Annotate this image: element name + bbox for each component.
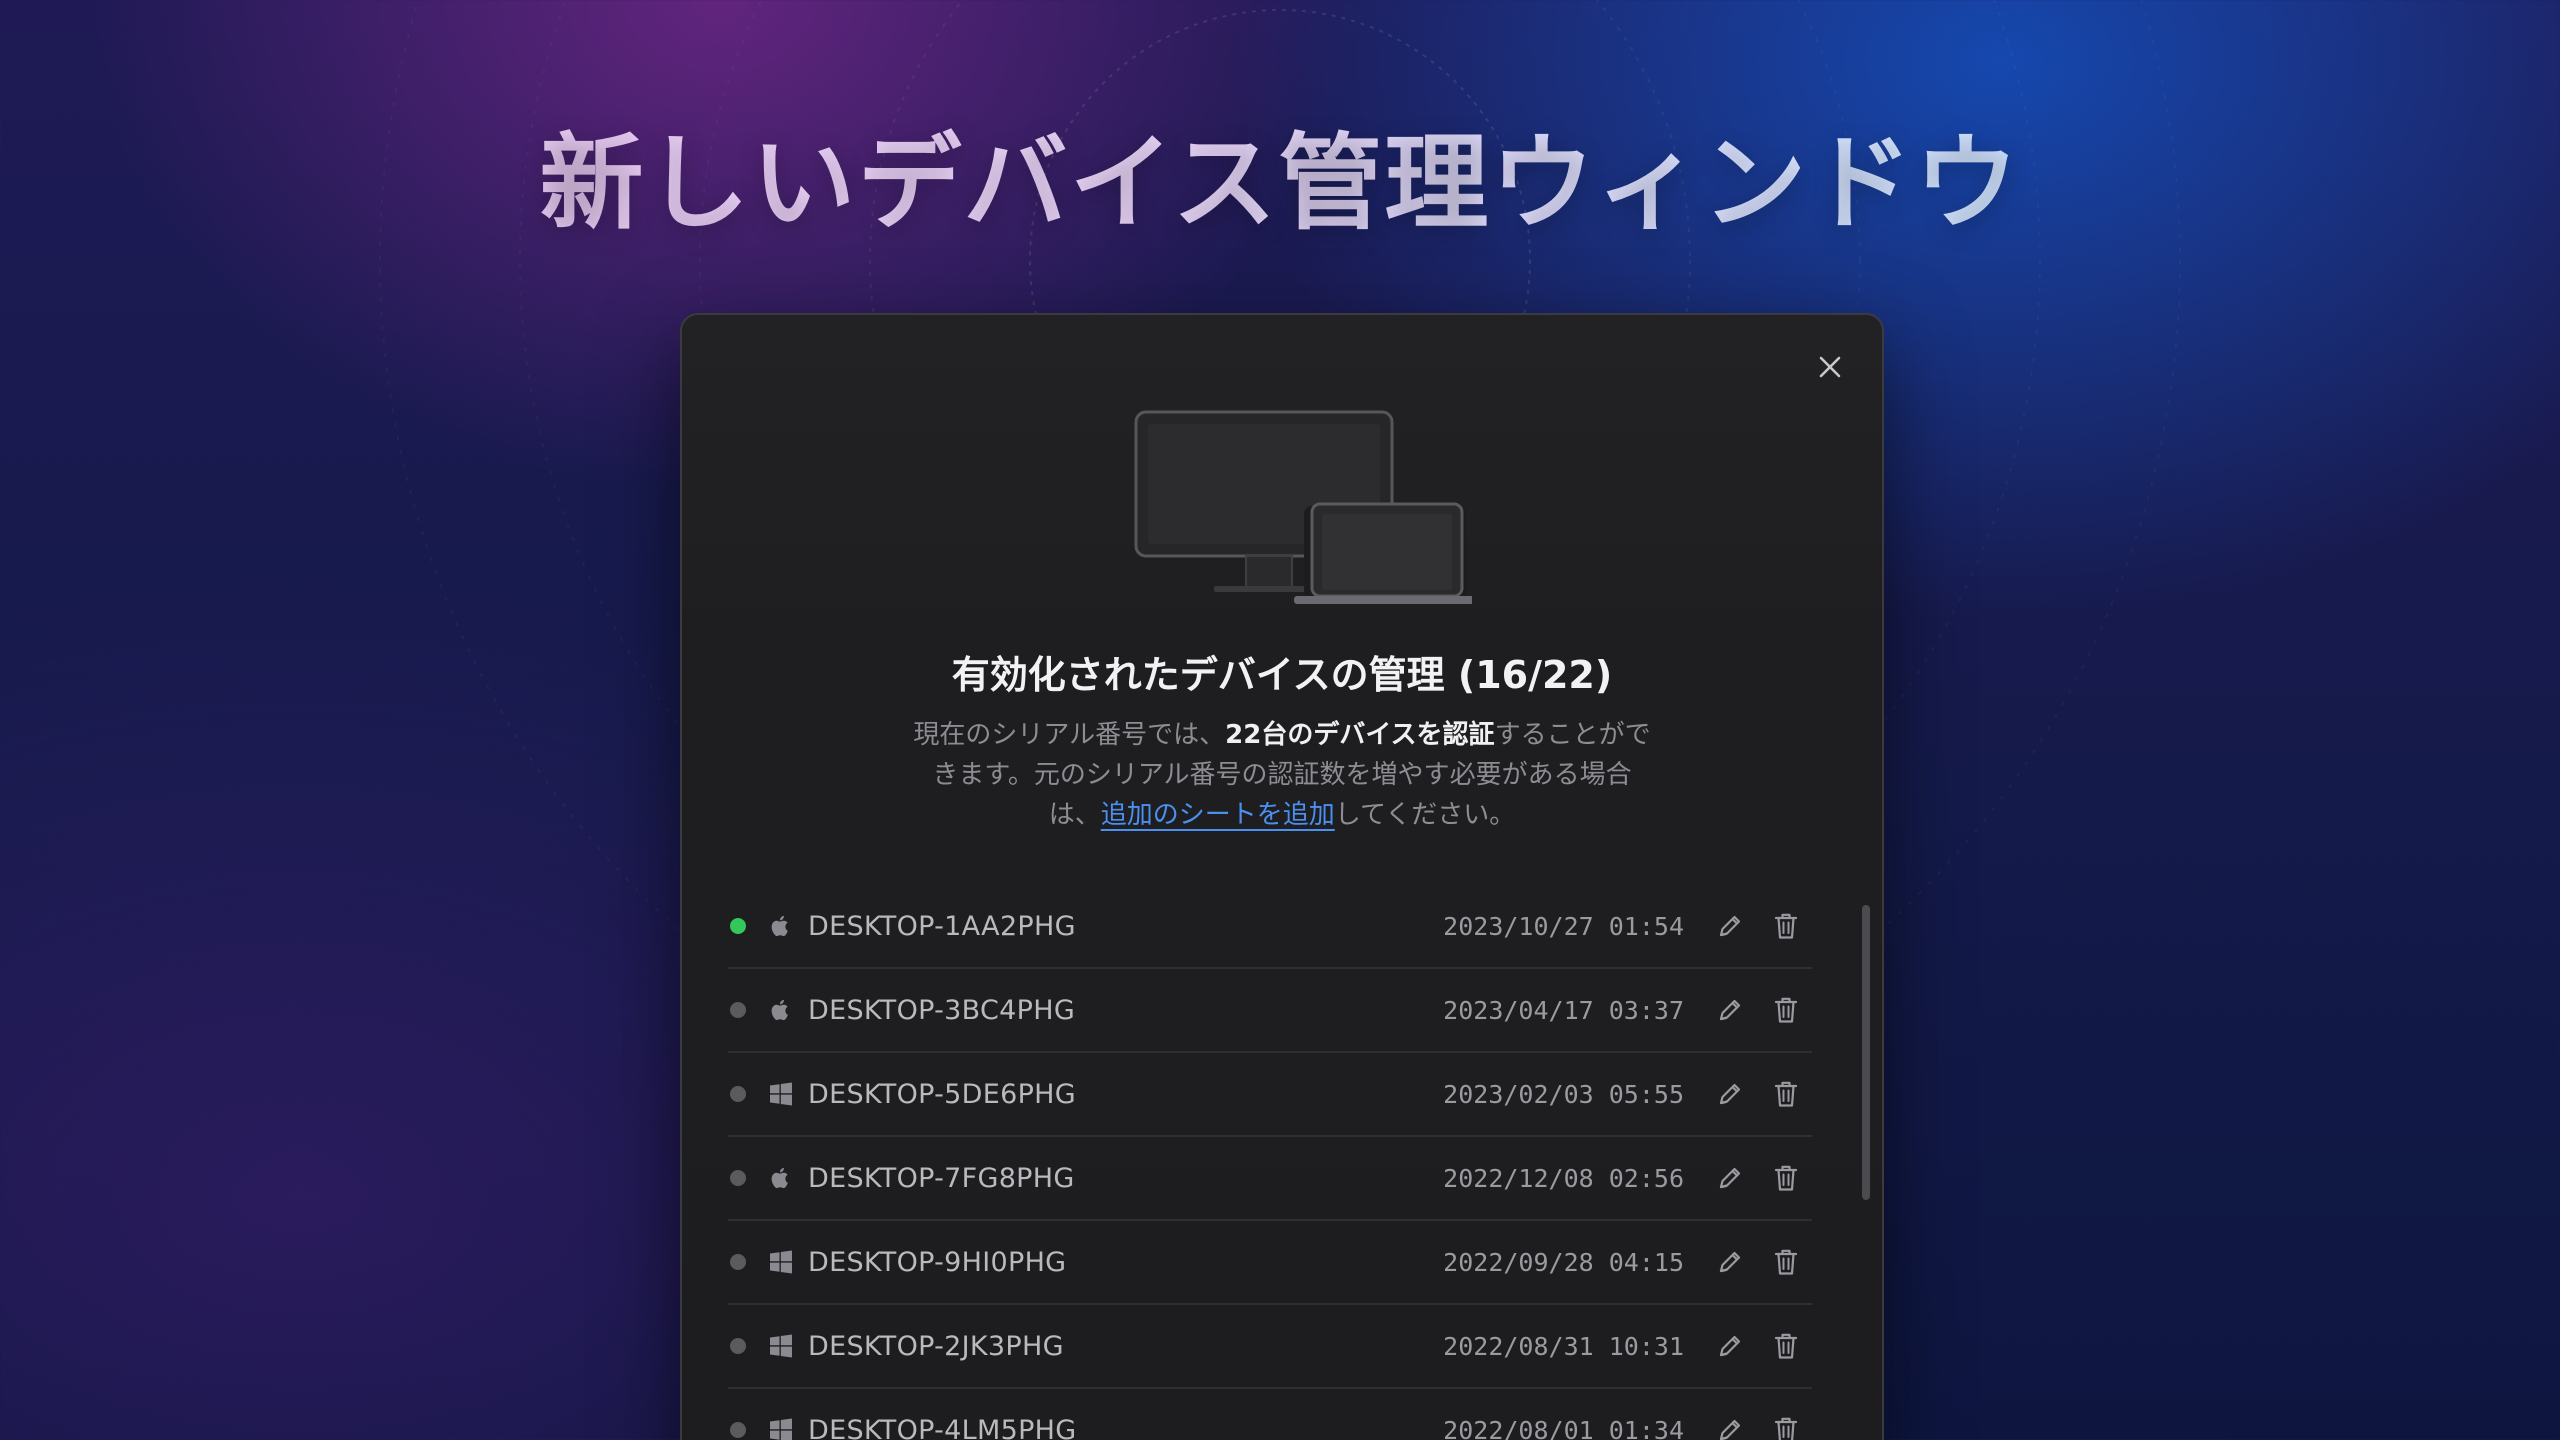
device-name: DESKTOP-3BC4PHG: [808, 994, 1076, 1026]
trash-icon: [1774, 913, 1798, 939]
delete-button[interactable]: [1768, 1412, 1804, 1440]
device-date: 2023/02/03 05:55: [1443, 1079, 1684, 1109]
os-icon: [768, 1417, 794, 1440]
description-text: 現在のシリアル番号では、: [913, 720, 1226, 750]
windows-icon: [770, 1250, 792, 1274]
pencil-icon: [1719, 1083, 1741, 1105]
dialog-title: 有効化されたデバイスの管理 (16/22): [951, 653, 1613, 697]
edit-button[interactable]: [1712, 1244, 1748, 1280]
status-dot: [730, 1170, 746, 1186]
device-name: DESKTOP-1AA2PHG: [808, 910, 1076, 942]
status-dot: [730, 1254, 746, 1270]
status-dot: [730, 918, 746, 934]
device-date: 2022/08/31 10:31: [1443, 1331, 1684, 1361]
device-row[interactable]: DESKTOP-9HI0PHG 2022/09/28 04:15: [728, 1221, 1812, 1305]
device-name: DESKTOP-7FG8PHG: [808, 1162, 1075, 1194]
os-icon: [768, 1333, 794, 1359]
status-dot: [730, 1338, 746, 1354]
device-row[interactable]: DESKTOP-7FG8PHG 2022/12/08 02:56: [728, 1137, 1812, 1221]
edit-button[interactable]: [1712, 992, 1748, 1028]
edit-button[interactable]: [1712, 1160, 1748, 1196]
trash-icon: [1774, 1249, 1798, 1275]
apple-icon: [771, 915, 788, 937]
device-row[interactable]: DESKTOP-2JK3PHG 2022/08/31 10:31: [728, 1305, 1812, 1389]
devices-illustration: [682, 410, 1882, 610]
device-date: 2023/10/27 01:54: [1443, 911, 1684, 941]
device-name: DESKTOP-4LM5PHG: [808, 1414, 1077, 1440]
device-management-dialog: 有効化されたデバイスの管理 (16/22) 現在のシリアル番号では、22台のデバ…: [680, 313, 1884, 1440]
delete-button[interactable]: [1768, 1160, 1804, 1196]
edit-button[interactable]: [1712, 1412, 1748, 1440]
status-dot: [730, 1422, 746, 1438]
pencil-icon: [1719, 1251, 1741, 1273]
trash-icon: [1774, 997, 1798, 1023]
device-row[interactable]: DESKTOP-1AA2PHG 2023/10/27 01:54: [728, 885, 1812, 969]
os-icon: [768, 1249, 794, 1275]
device-row[interactable]: DESKTOP-4LM5PHG 2022/08/01 01:34: [728, 1389, 1812, 1440]
pencil-icon: [1719, 1419, 1741, 1440]
trash-icon: [1774, 1165, 1798, 1191]
description-text: してください。: [1334, 800, 1516, 830]
description-emphasis: 22台のデバイスを認証: [1225, 720, 1495, 750]
device-date: 2022/08/01 01:34: [1443, 1415, 1684, 1440]
pencil-icon: [1719, 999, 1741, 1021]
scrollbar[interactable]: [1862, 890, 1870, 1440]
edit-button[interactable]: [1712, 1328, 1748, 1364]
trash-icon: [1774, 1081, 1798, 1107]
windows-icon: [770, 1082, 792, 1106]
edit-button[interactable]: [1712, 1076, 1748, 1112]
device-name: DESKTOP-2JK3PHG: [808, 1330, 1064, 1362]
os-icon: [768, 997, 794, 1023]
apple-icon: [771, 1167, 788, 1189]
os-icon: [768, 1081, 794, 1107]
pencil-icon: [1719, 1167, 1741, 1189]
windows-icon: [770, 1418, 792, 1440]
device-row[interactable]: DESKTOP-3BC4PHG 2023/04/17 03:37: [728, 969, 1812, 1053]
delete-button[interactable]: [1768, 992, 1804, 1028]
close-icon: [1819, 356, 1841, 378]
dialog-description: 現在のシリアル番号では、22台のデバイスを認証することができます。元のシリアル番…: [912, 715, 1652, 835]
add-seats-link[interactable]: 追加のシートを追加: [1101, 800, 1335, 830]
close-button[interactable]: [1808, 345, 1852, 389]
delete-button[interactable]: [1768, 908, 1804, 944]
os-icon: [768, 1165, 794, 1191]
device-list: DESKTOP-1AA2PHG 2023/10/27 01:54 DESKTOP-3…: [728, 885, 1812, 1440]
trash-icon: [1774, 1417, 1798, 1440]
delete-button[interactable]: [1768, 1244, 1804, 1280]
device-date: 2023/04/17 03:37: [1443, 995, 1684, 1025]
device-date: 2022/12/08 02:56: [1443, 1163, 1684, 1193]
device-row[interactable]: DESKTOP-5DE6PHG 2023/02/03 05:55: [728, 1053, 1812, 1137]
delete-button[interactable]: [1768, 1328, 1804, 1364]
os-icon: [768, 913, 794, 939]
status-dot: [730, 1002, 746, 1018]
scrollbar-thumb[interactable]: [1862, 905, 1870, 1200]
hero-title: 新しいデバイス管理ウィンドウ: [0, 118, 2560, 248]
device-date: 2022/09/28 04:15: [1443, 1247, 1684, 1277]
monitor-laptop-icon: [1134, 410, 1472, 604]
pencil-icon: [1719, 1335, 1741, 1357]
pencil-icon: [1719, 915, 1741, 937]
device-name: DESKTOP-5DE6PHG: [808, 1078, 1076, 1110]
status-dot: [730, 1086, 746, 1102]
windows-icon: [770, 1334, 792, 1358]
device-name: DESKTOP-9HI0PHG: [808, 1246, 1067, 1278]
edit-button[interactable]: [1712, 908, 1748, 944]
delete-button[interactable]: [1768, 1076, 1804, 1112]
apple-icon: [771, 999, 788, 1021]
trash-icon: [1774, 1333, 1798, 1359]
